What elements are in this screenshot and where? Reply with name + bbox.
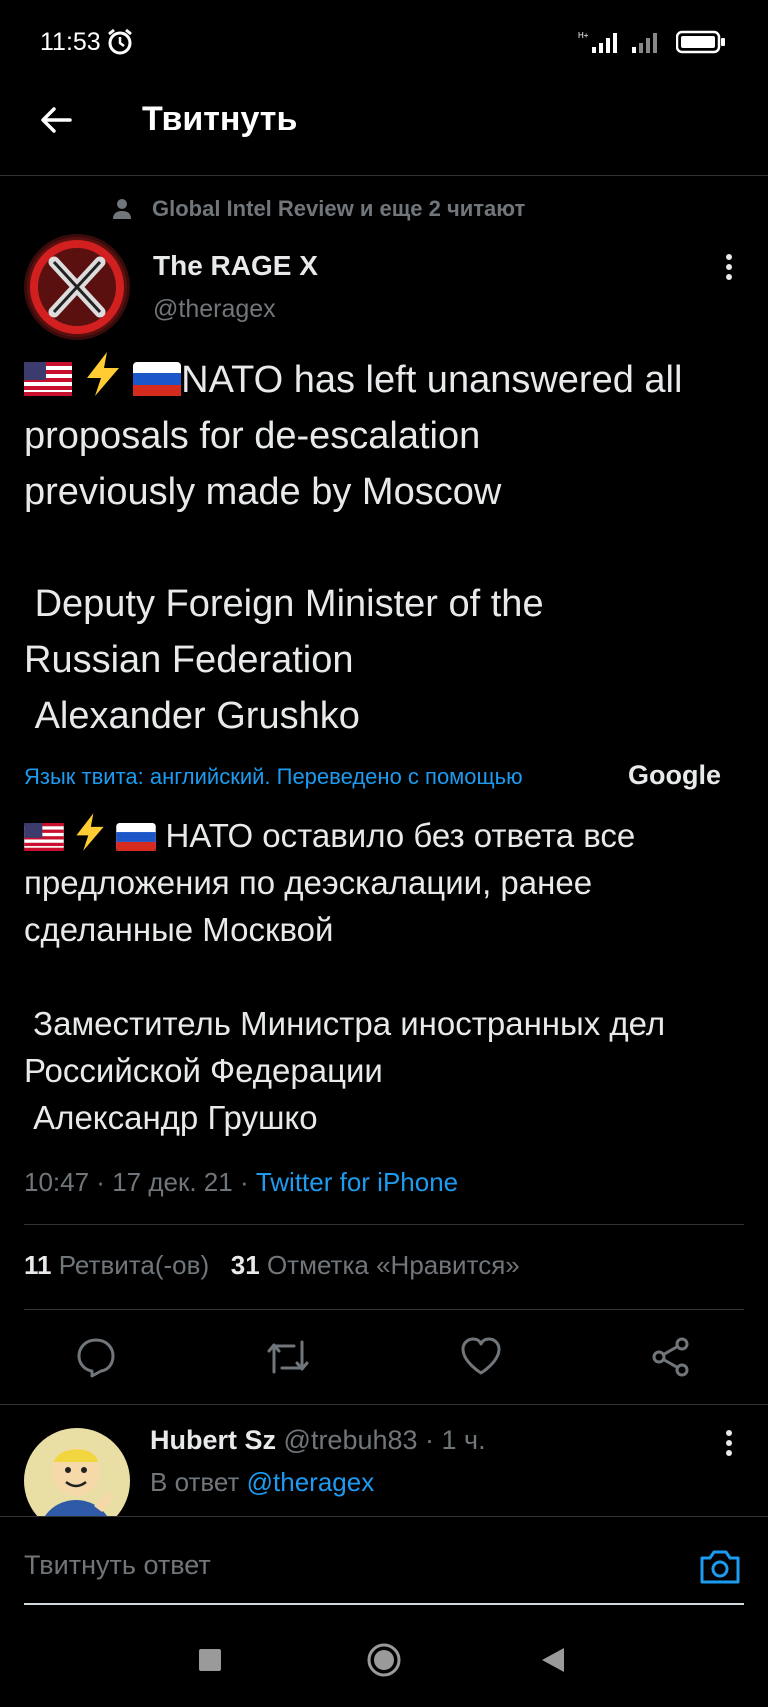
translated-body: предложения по деэскалации, ранее сделан… (24, 864, 666, 1136)
status-time: 11:53 (40, 28, 101, 56)
alarm-icon (106, 28, 134, 56)
reply-header: Hubert Sz @trebuh83 · 1 ч. (150, 1425, 486, 1455)
signal-1-icon: H+ (578, 30, 624, 54)
tweet-text: NATO has left unanswered all proposals f… (24, 352, 754, 744)
share-icon[interactable] (650, 1336, 692, 1378)
like-icon[interactable] (460, 1336, 502, 1376)
social-context[interactable]: Global Intel Review и еще 2 читают (152, 196, 525, 222)
more-options-icon[interactable] (716, 252, 742, 282)
reply-icon[interactable] (75, 1336, 117, 1378)
tweet-text-line1: NATO has left unanswered all (181, 359, 683, 401)
divider (0, 1404, 768, 1405)
network-type-label: H+ (578, 31, 589, 40)
retweets-label: Ретвита(-ов) (58, 1250, 210, 1280)
russia-flag-icon (133, 362, 182, 396)
page-title: Твитнуть (142, 100, 298, 138)
home-button-icon[interactable] (366, 1642, 402, 1678)
google-brand: Google (628, 760, 721, 790)
tweet-source[interactable]: Twitter for iPhone (256, 1167, 458, 1197)
header-divider (0, 175, 768, 176)
us-flag-icon (24, 823, 64, 851)
author-handle[interactable]: @theragex (153, 295, 276, 324)
retweet-icon[interactable] (265, 1336, 311, 1378)
replying-to-label: В ответ (150, 1467, 240, 1497)
translated-text: НАТО оставило без ответа все предложения… (24, 812, 754, 1141)
tweet-date: 17 дек. 21 (112, 1167, 233, 1197)
reply-author-handle[interactable]: @trebuh83 (284, 1425, 418, 1455)
person-icon (112, 198, 132, 220)
tweet-time: 10:47 (24, 1167, 90, 1197)
signal-2-icon (630, 30, 666, 54)
author-name[interactable]: The RAGE X (153, 250, 318, 282)
lightning-icon (83, 352, 123, 396)
tweet-text-body: proposals for de-escalation previously m… (24, 415, 544, 737)
author-avatar[interactable] (24, 234, 130, 340)
reply-author-name[interactable]: Hubert Sz (150, 1425, 276, 1455)
divider (24, 1224, 744, 1225)
translation-notice[interactable]: Язык твита: английский. Переведено с пом… (24, 764, 523, 790)
divider (24, 1309, 744, 1310)
replying-to-handle[interactable]: @theragex (247, 1467, 375, 1497)
back-arrow-icon[interactable] (36, 100, 76, 140)
reply-time: 1 ч. (441, 1425, 486, 1455)
compose-underline (24, 1603, 744, 1605)
retweets-count: 11 (24, 1250, 52, 1280)
us-flag-icon (24, 362, 72, 396)
russia-flag-icon (116, 823, 157, 851)
likes-label: Отметка «Нравится» (266, 1250, 520, 1280)
tweet-meta: 10:47 · 17 дек. 21 · Twitter for iPhone (24, 1167, 459, 1197)
reply-input[interactable]: Твитнуть ответ (24, 1550, 211, 1581)
translated-line1: НАТО оставило без ответа все (156, 817, 636, 854)
camera-icon[interactable] (698, 1546, 742, 1586)
recents-button-icon[interactable] (198, 1648, 222, 1672)
likes-count: 31 (230, 1250, 260, 1280)
battery-icon (676, 30, 726, 54)
tweet-stats: 11 Ретвита(-ов) 31 Отметка «Нравится» (24, 1250, 520, 1281)
reply-more-options-icon[interactable] (716, 1428, 742, 1458)
back-button-icon[interactable] (540, 1647, 566, 1673)
retweets-stat[interactable]: 11 Ретвита(-ов) (24, 1250, 209, 1280)
likes-stat[interactable]: 31 Отметка «Нравится» (231, 1250, 520, 1280)
replying-to: В ответ @theragex (150, 1467, 374, 1498)
lightning-icon (73, 813, 107, 851)
